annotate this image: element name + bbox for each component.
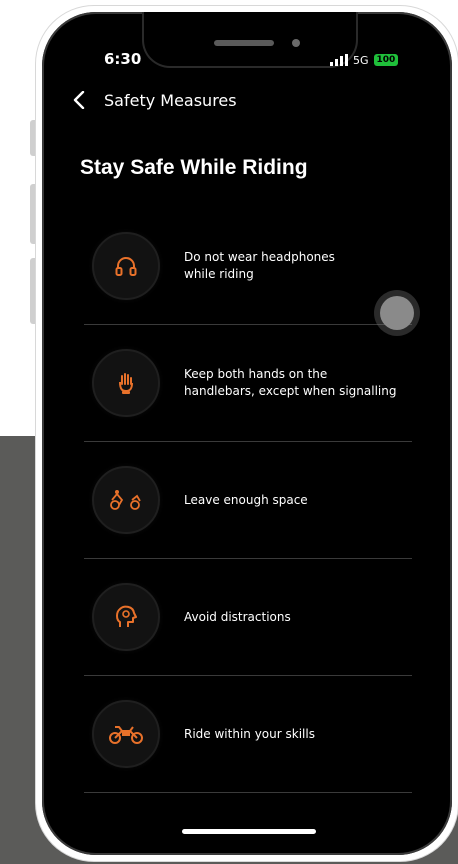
measure-text: Avoid distractions bbox=[184, 609, 291, 624]
network-type: 5G bbox=[353, 53, 369, 67]
signal-icon bbox=[330, 54, 348, 66]
motorcycle-icon bbox=[92, 700, 160, 768]
measure-text: Do not wear headphones while riding bbox=[184, 250, 335, 281]
measure-text: Keep both hands on the handlebars, excep… bbox=[184, 367, 397, 398]
screen-title: Safety Measures bbox=[104, 90, 237, 110]
status-time: 6:30 bbox=[104, 50, 142, 68]
distraction-head-icon bbox=[92, 583, 160, 651]
measure-text: Leave enough space bbox=[184, 492, 308, 507]
home-indicator[interactable] bbox=[182, 829, 316, 834]
back-arrow-icon[interactable] bbox=[68, 89, 90, 111]
headphones-icon bbox=[92, 232, 160, 300]
list-item: Leave enough space bbox=[84, 442, 412, 559]
status-indicators: 5G 100 bbox=[330, 52, 399, 68]
front-camera bbox=[292, 39, 300, 47]
page-title: Stay Safe While Riding bbox=[80, 156, 308, 179]
speaker-grille bbox=[214, 40, 274, 46]
nav-header: Safety Measures bbox=[68, 86, 398, 114]
list-item: Ride within your skills bbox=[84, 676, 412, 793]
safety-measures-list: Do not wear headphones while riding Keep… bbox=[84, 208, 412, 793]
list-item: Avoid distractions bbox=[84, 559, 412, 676]
list-item: Do not wear headphones while riding bbox=[84, 208, 412, 325]
spacing-icon bbox=[92, 466, 160, 534]
measure-text: Ride within your skills bbox=[184, 726, 315, 741]
list-item: Keep both hands on the handlebars, excep… bbox=[84, 325, 412, 442]
hand-on-handlebar-icon bbox=[92, 349, 160, 417]
touch-indicator bbox=[380, 296, 414, 330]
battery-icon: 100 bbox=[373, 54, 399, 66]
